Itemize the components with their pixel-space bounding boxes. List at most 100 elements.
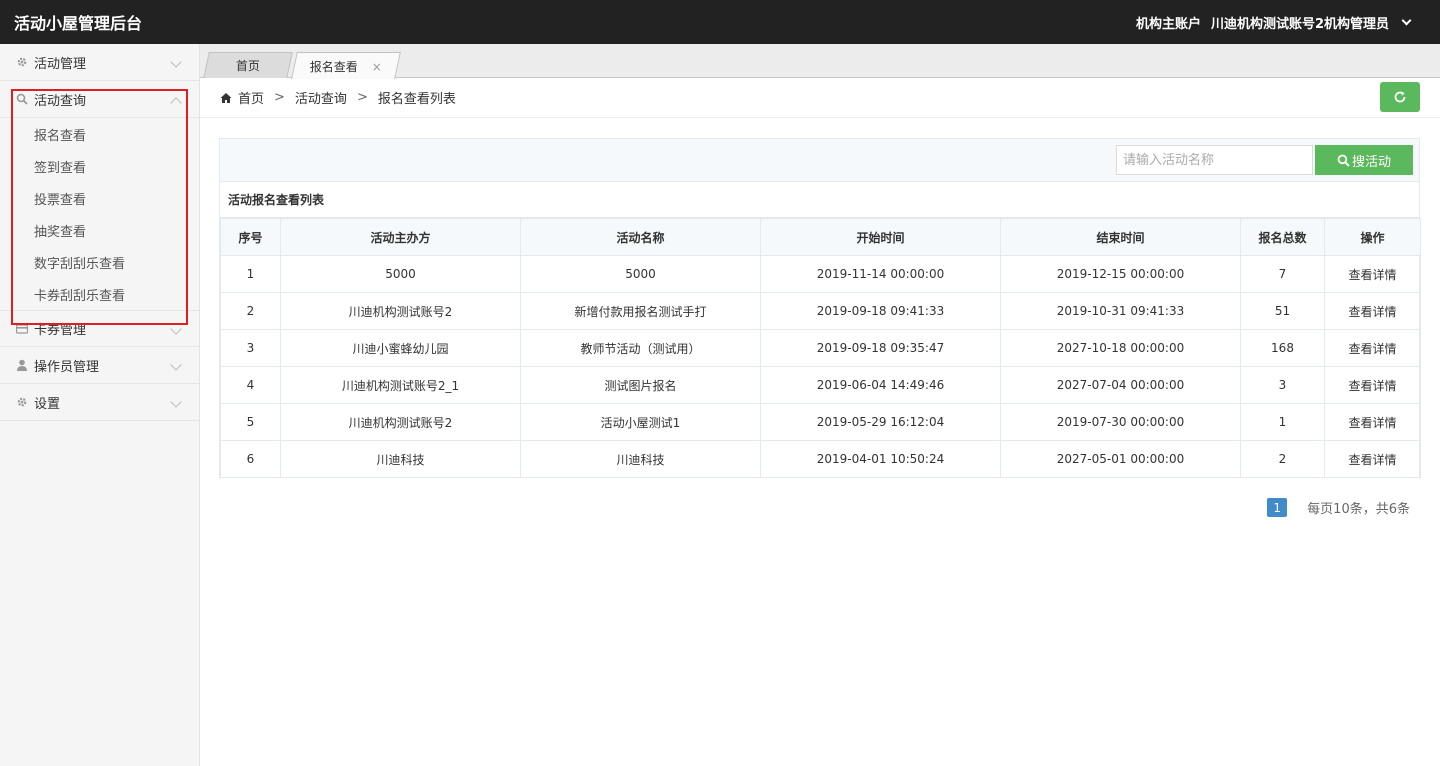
page-number-button[interactable]: 1 — [1267, 498, 1288, 517]
sidebar-group-settings[interactable]: 设置 — [0, 384, 199, 421]
search-icon — [16, 93, 28, 105]
sidebar-group-operator-management[interactable]: 操作员管理 — [0, 347, 199, 384]
sidebar-item-checkin-view[interactable]: 签到查看 — [0, 150, 199, 182]
view-details-link[interactable]: 查看详情 — [1324, 292, 1421, 330]
breadcrumb-separator: > — [274, 90, 285, 105]
view-details-link[interactable]: 查看详情 — [1324, 366, 1421, 404]
cell-index: 6 — [220, 440, 281, 478]
cell-start-time: 2019-05-29 16:12:04 — [760, 403, 1001, 441]
cell-activity-name: 测试图片报名 — [520, 366, 761, 404]
column-header: 报名总数 — [1240, 218, 1325, 256]
cell-activity-name: 活动小屋测试1 — [520, 403, 761, 441]
chevron-down-icon[interactable] — [1401, 15, 1412, 25]
chevron-down-icon — [170, 359, 182, 371]
home-icon — [220, 92, 232, 103]
card-icon — [16, 323, 28, 335]
cell-signup-total: 51 — [1240, 292, 1325, 330]
tab-home[interactable]: 首页 — [203, 52, 293, 78]
cell-organizer: 川迪机构测试账号2_1 — [280, 366, 521, 404]
app-title: 活动小屋管理后台 — [14, 14, 143, 33]
column-header: 序号 — [220, 218, 281, 256]
cell-signup-total: 1 — [1240, 403, 1325, 441]
sidebar-group-coupon-management[interactable]: 卡券管理 — [0, 310, 199, 347]
cell-activity-name: 教师节活动（测试用） — [520, 329, 761, 367]
cell-organizer: 川迪机构测试账号2 — [280, 403, 521, 441]
sidebar-group-label: 操作员管理 — [34, 359, 100, 375]
gear-icon — [16, 56, 28, 68]
breadcrumb-separator: > — [356, 90, 368, 105]
column-header: 结束时间 — [1000, 218, 1241, 256]
cell-signup-total: 7 — [1240, 255, 1325, 293]
pagination-summary: 每页10条，共6条 — [1307, 502, 1410, 517]
table-row: 4 川迪机构测试账号2_1 测试图片报名 2019-06-04 14:49:46… — [220, 366, 1421, 404]
user-icon — [16, 359, 28, 371]
refresh-icon — [1394, 91, 1406, 103]
table-row: 1 5000 5000 2019-11-14 00:00:00 2019-12-… — [220, 255, 1421, 293]
sidebar-item-lottery-view[interactable]: 抽奖查看 — [0, 214, 199, 246]
column-header: 活动名称 — [520, 218, 761, 256]
breadcrumb-home[interactable]: 首页 — [238, 88, 264, 107]
table-row: 3 川迪小蜜蜂幼儿园 教师节活动（测试用） 2019-09-18 09:35:4… — [220, 329, 1421, 367]
sidebar-group-activity-query[interactable]: 活动查询 — [0, 81, 199, 118]
tab-bar: 首页 报名查看 × — [200, 44, 1440, 79]
table-row: 6 川迪科技 川迪科技 2019-04-01 10:50:24 2027-05-… — [220, 440, 1421, 478]
view-details-link[interactable]: 查看详情 — [1324, 403, 1421, 441]
search-bar: 搜活动 — [220, 139, 1419, 182]
top-navbar: 活动小屋管理后台 机构主账户 川迪机构测试账号2机构管理员 — [0, 0, 1440, 44]
view-details-link[interactable]: 查看详情 — [1324, 329, 1421, 367]
cell-end-time: 2019-12-15 00:00:00 — [1000, 255, 1241, 293]
cell-signup-total: 2 — [1240, 440, 1325, 478]
search-button-label: 搜活动 — [1351, 154, 1391, 170]
sidebar: 活动管理 活动查询 报名查看 签到查看 投票查看 抽奖查看 数字刮刮乐查看 卡券… — [0, 44, 200, 766]
search-input[interactable] — [1116, 145, 1313, 175]
cell-end-time: 2027-05-01 00:00:00 — [1000, 440, 1241, 478]
column-header: 开始时间 — [760, 218, 1001, 256]
cell-start-time: 2019-06-04 14:49:46 — [760, 366, 1001, 404]
view-details-link[interactable]: 查看详情 — [1324, 255, 1421, 293]
cell-organizer: 川迪小蜜蜂幼儿园 — [280, 329, 521, 367]
cell-start-time: 2019-11-14 00:00:00 — [760, 255, 1001, 293]
cell-end-time: 2019-07-30 00:00:00 — [1000, 403, 1241, 441]
cell-end-time: 2019-10-31 09:41:33 — [1000, 292, 1241, 330]
cell-start-time: 2019-09-18 09:41:33 — [760, 292, 1001, 330]
cell-index: 5 — [220, 403, 281, 441]
cell-index: 1 — [220, 255, 281, 293]
sidebar-item-number-scratch-view[interactable]: 数字刮刮乐查看 — [0, 246, 199, 278]
sidebar-group-activity-management[interactable]: 活动管理 — [0, 44, 199, 81]
tab-signup-view[interactable]: 报名查看 × — [291, 52, 401, 79]
breadcrumb: 首页 > 活动查询 > 报名查看列表 — [200, 78, 1440, 118]
list-panel: 搜活动 活动报名查看列表 序号 活动主办方 活动名称 开始时间 结束时间 报名总… — [219, 138, 1421, 478]
column-header: 操作 — [1324, 218, 1421, 256]
view-details-link[interactable]: 查看详情 — [1324, 440, 1421, 478]
breadcrumb-current: 报名查看列表 — [377, 92, 456, 107]
pagination: 1 每页10条，共6条 — [1267, 498, 1410, 517]
search-icon — [1337, 154, 1350, 167]
cell-activity-name: 5000 — [520, 255, 761, 293]
search-button[interactable]: 搜活动 — [1315, 145, 1413, 175]
sidebar-item-vote-view[interactable]: 投票查看 — [0, 182, 199, 214]
cell-signup-total: 3 — [1240, 366, 1325, 404]
signup-table: 序号 活动主办方 活动名称 开始时间 结束时间 报名总数 操作 1 5000 5… — [220, 218, 1421, 478]
cell-index: 3 — [220, 329, 281, 367]
cell-organizer: 5000 — [280, 255, 521, 293]
cell-organizer: 川迪科技 — [280, 440, 521, 478]
account-user[interactable]: 川迪机构测试账号2机构管理员 — [1211, 13, 1389, 32]
close-icon[interactable]: × — [372, 59, 382, 73]
chevron-down-icon — [170, 396, 182, 408]
refresh-button[interactable] — [1380, 82, 1420, 112]
panel-title: 活动报名查看列表 — [220, 182, 1419, 218]
account-role: 机构主账户 — [1135, 16, 1201, 32]
sidebar-item-signup-view[interactable]: 报名查看 — [0, 118, 199, 150]
cell-signup-total: 168 — [1240, 329, 1325, 367]
account-menu[interactable]: 机构主账户 川迪机构测试账号2机构管理员 — [1136, 13, 1426, 32]
cell-end-time: 2027-10-18 00:00:00 — [1000, 329, 1241, 367]
tab-label: 报名查看 — [309, 59, 358, 74]
sidebar-item-coupon-scratch-view[interactable]: 卡券刮刮乐查看 — [0, 278, 199, 310]
cell-activity-name: 新增付款用报名测试手打 — [520, 292, 761, 330]
sidebar-group-label: 活动管理 — [34, 56, 87, 72]
chevron-down-icon — [170, 323, 182, 335]
sidebar-group-label: 活动查询 — [34, 93, 87, 109]
chevron-up-icon — [170, 97, 182, 109]
table-row: 2 川迪机构测试账号2 新增付款用报名测试手打 2019-09-18 09:41… — [220, 292, 1421, 330]
breadcrumb-level1[interactable]: 活动查询 — [295, 88, 347, 107]
